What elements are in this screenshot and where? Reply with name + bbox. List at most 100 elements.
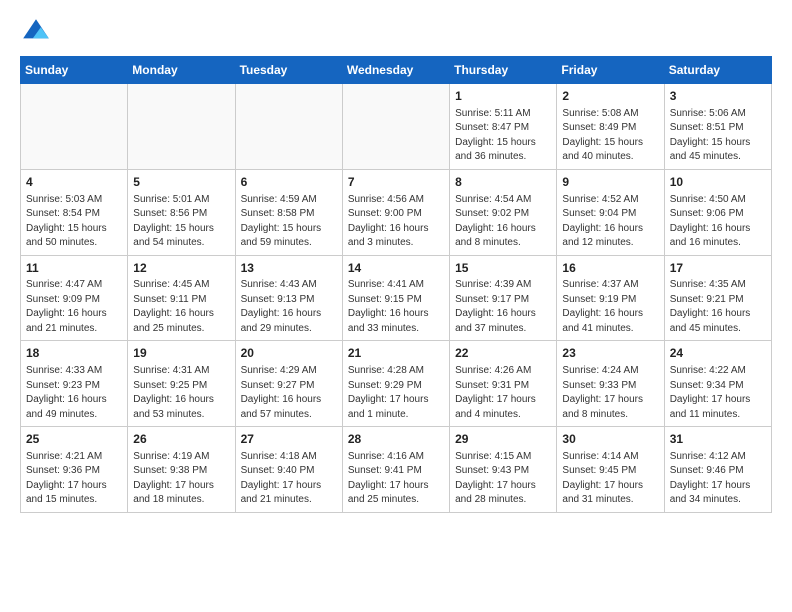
day-info: Sunrise: 4:56 AM Sunset: 9:00 PM Dayligh… bbox=[348, 193, 444, 251]
calendar-cell: 23 Sunrise: 4:24 AM Sunset: 9:33 PM Dayli… bbox=[557, 341, 664, 427]
logo-icon bbox=[20, 16, 52, 48]
calendar-cell: 27Sunrise: 4:18 AM Sunset: 9:40 PM Dayli… bbox=[235, 427, 342, 513]
day-number: 2 bbox=[562, 88, 658, 105]
calendar-cell bbox=[128, 84, 235, 170]
calendar-cell bbox=[235, 84, 342, 170]
calendar-header: SundayMondayTuesdayWednesdayThursdayFrid… bbox=[21, 57, 772, 84]
calendar-week-3: 11Sunrise: 4:47 AM Sunset: 9:09 PM Dayli… bbox=[21, 255, 772, 341]
calendar-cell: 9Sunrise: 4:52 AM Sunset: 9:04 PM Daylig… bbox=[557, 169, 664, 255]
calendar-cell: 17Sunrise: 4:35 AM Sunset: 9:21 PM Dayli… bbox=[664, 255, 771, 341]
day-number: 22 bbox=[455, 345, 551, 362]
calendar-cell: 4 Sunrise: 5:03 AM Sunset: 8:54 PM Daylig… bbox=[21, 169, 128, 255]
weekday-header-sunday: Sunday bbox=[21, 57, 128, 84]
day-number: 11 bbox=[26, 260, 122, 277]
calendar-cell: 16Sunrise: 4:37 AM Sunset: 9:19 PM Dayli… bbox=[557, 255, 664, 341]
day-info: Sunrise: 4:15 AM Sunset: 9:43 PM Dayligh… bbox=[455, 450, 551, 508]
calendar-cell: 14Sunrise: 4:41 AM Sunset: 9:15 PM Dayli… bbox=[342, 255, 449, 341]
calendar-cell: 26 Sunrise: 4:19 AM Sunset: 9:38 PM Dayli… bbox=[128, 427, 235, 513]
calendar-cell: 22Sunrise: 4:26 AM Sunset: 9:31 PM Dayli… bbox=[450, 341, 557, 427]
day-info: Sunrise: 4:37 AM Sunset: 9:19 PM Dayligh… bbox=[562, 278, 658, 336]
day-info: Sunrise: 4:21 AM Sunset: 9:36 PM Dayligh… bbox=[26, 450, 122, 508]
day-number: 16 bbox=[562, 260, 658, 277]
day-number: 7 bbox=[348, 174, 444, 191]
day-info: Sunrise: 4:39 AM Sunset: 9:17 PM Dayligh… bbox=[455, 278, 551, 336]
day-info: Sunrise: 4:45 AM Sunset: 9:11 PM Dayligh… bbox=[133, 278, 229, 336]
calendar-cell: 30Sunrise: 4:14 AM Sunset: 9:45 PM Dayli… bbox=[557, 427, 664, 513]
day-number: 19 bbox=[133, 345, 229, 362]
day-info: Sunrise: 4:28 AM Sunset: 9:29 PM Dayligh… bbox=[348, 364, 444, 422]
page: SundayMondayTuesdayWednesdayThursdayFrid… bbox=[0, 0, 792, 612]
calendar-cell: 20 Sunrise: 4:29 AM Sunset: 9:27 PM Dayli… bbox=[235, 341, 342, 427]
day-number: 20 bbox=[241, 345, 337, 362]
day-number: 4 bbox=[26, 174, 122, 191]
day-number: 25 bbox=[26, 431, 122, 448]
day-number: 5 bbox=[133, 174, 229, 191]
calendar-cell: 29 Sunrise: 4:15 AM Sunset: 9:43 PM Dayli… bbox=[450, 427, 557, 513]
weekday-header-friday: Friday bbox=[557, 57, 664, 84]
day-info: Sunrise: 4:19 AM Sunset: 9:38 PM Dayligh… bbox=[133, 450, 229, 508]
calendar-cell: 12Sunrise: 4:45 AM Sunset: 9:11 PM Dayli… bbox=[128, 255, 235, 341]
weekday-row: SundayMondayTuesdayWednesdayThursdayFrid… bbox=[21, 57, 772, 84]
calendar-cell: 10 Sunrise: 4:50 AM Sunset: 9:06 PM Dayli… bbox=[664, 169, 771, 255]
day-number: 13 bbox=[241, 260, 337, 277]
day-number: 18 bbox=[26, 345, 122, 362]
day-number: 8 bbox=[455, 174, 551, 191]
day-info: Sunrise: 4:16 AM Sunset: 9:41 PM Dayligh… bbox=[348, 450, 444, 508]
calendar-cell: 1Sunrise: 5:11 AM Sunset: 8:47 PM Daylig… bbox=[450, 84, 557, 170]
day-number: 21 bbox=[348, 345, 444, 362]
day-number: 24 bbox=[670, 345, 766, 362]
calendar-cell: 18Sunrise: 4:33 AM Sunset: 9:23 PM Dayli… bbox=[21, 341, 128, 427]
calendar-week-5: 25 Sunrise: 4:21 AM Sunset: 9:36 PM Dayli… bbox=[21, 427, 772, 513]
calendar-cell: 25 Sunrise: 4:21 AM Sunset: 9:36 PM Dayli… bbox=[21, 427, 128, 513]
day-number: 6 bbox=[241, 174, 337, 191]
calendar-cell: 21 Sunrise: 4:28 AM Sunset: 9:29 PM Dayli… bbox=[342, 341, 449, 427]
day-number: 10 bbox=[670, 174, 766, 191]
calendar-cell: 31 Sunrise: 4:12 AM Sunset: 9:46 PM Dayli… bbox=[664, 427, 771, 513]
calendar-cell: 13Sunrise: 4:43 AM Sunset: 9:13 PM Dayli… bbox=[235, 255, 342, 341]
day-info: Sunrise: 4:12 AM Sunset: 9:46 PM Dayligh… bbox=[670, 450, 766, 508]
day-info: Sunrise: 4:59 AM Sunset: 8:58 PM Dayligh… bbox=[241, 193, 337, 251]
day-info: Sunrise: 4:54 AM Sunset: 9:02 PM Dayligh… bbox=[455, 193, 551, 251]
calendar-cell: 5 Sunrise: 5:01 AM Sunset: 8:56 PM Daylig… bbox=[128, 169, 235, 255]
day-info: Sunrise: 4:50 AM Sunset: 9:06 PM Dayligh… bbox=[670, 193, 766, 251]
weekday-header-tuesday: Tuesday bbox=[235, 57, 342, 84]
weekday-header-thursday: Thursday bbox=[450, 57, 557, 84]
day-info: Sunrise: 4:41 AM Sunset: 9:15 PM Dayligh… bbox=[348, 278, 444, 336]
weekday-header-monday: Monday bbox=[128, 57, 235, 84]
day-info: Sunrise: 4:47 AM Sunset: 9:09 PM Dayligh… bbox=[26, 278, 122, 336]
day-number: 3 bbox=[670, 88, 766, 105]
calendar-body: 1Sunrise: 5:11 AM Sunset: 8:47 PM Daylig… bbox=[21, 84, 772, 513]
calendar-cell bbox=[21, 84, 128, 170]
calendar-cell: 6 Sunrise: 4:59 AM Sunset: 8:58 PM Daylig… bbox=[235, 169, 342, 255]
calendar-week-2: 4 Sunrise: 5:03 AM Sunset: 8:54 PM Daylig… bbox=[21, 169, 772, 255]
day-number: 30 bbox=[562, 431, 658, 448]
day-number: 31 bbox=[670, 431, 766, 448]
day-info: Sunrise: 4:24 AM Sunset: 9:33 PM Dayligh… bbox=[562, 364, 658, 422]
calendar-cell: 19 Sunrise: 4:31 AM Sunset: 9:25 PM Dayli… bbox=[128, 341, 235, 427]
calendar: SundayMondayTuesdayWednesdayThursdayFrid… bbox=[20, 56, 772, 513]
header bbox=[20, 16, 772, 48]
calendar-cell: 8 Sunrise: 4:54 AM Sunset: 9:02 PM Daylig… bbox=[450, 169, 557, 255]
day-number: 17 bbox=[670, 260, 766, 277]
day-info: Sunrise: 5:03 AM Sunset: 8:54 PM Dayligh… bbox=[26, 193, 122, 251]
day-number: 23 bbox=[562, 345, 658, 362]
weekday-header-saturday: Saturday bbox=[664, 57, 771, 84]
calendar-cell: 24Sunrise: 4:22 AM Sunset: 9:34 PM Dayli… bbox=[664, 341, 771, 427]
day-number: 9 bbox=[562, 174, 658, 191]
day-info: Sunrise: 5:11 AM Sunset: 8:47 PM Dayligh… bbox=[455, 107, 551, 165]
logo bbox=[20, 16, 56, 48]
calendar-week-4: 18Sunrise: 4:33 AM Sunset: 9:23 PM Dayli… bbox=[21, 341, 772, 427]
day-number: 26 bbox=[133, 431, 229, 448]
day-info: Sunrise: 5:06 AM Sunset: 8:51 PM Dayligh… bbox=[670, 107, 766, 165]
day-number: 29 bbox=[455, 431, 551, 448]
weekday-header-wednesday: Wednesday bbox=[342, 57, 449, 84]
day-info: Sunrise: 4:31 AM Sunset: 9:25 PM Dayligh… bbox=[133, 364, 229, 422]
calendar-cell: 7 Sunrise: 4:56 AM Sunset: 9:00 PM Daylig… bbox=[342, 169, 449, 255]
day-info: Sunrise: 4:43 AM Sunset: 9:13 PM Dayligh… bbox=[241, 278, 337, 336]
calendar-week-1: 1Sunrise: 5:11 AM Sunset: 8:47 PM Daylig… bbox=[21, 84, 772, 170]
day-info: Sunrise: 4:29 AM Sunset: 9:27 PM Dayligh… bbox=[241, 364, 337, 422]
day-info: Sunrise: 4:18 AM Sunset: 9:40 PM Dayligh… bbox=[241, 450, 337, 508]
day-info: Sunrise: 5:01 AM Sunset: 8:56 PM Dayligh… bbox=[133, 193, 229, 251]
day-number: 15 bbox=[455, 260, 551, 277]
day-info: Sunrise: 5:08 AM Sunset: 8:49 PM Dayligh… bbox=[562, 107, 658, 165]
